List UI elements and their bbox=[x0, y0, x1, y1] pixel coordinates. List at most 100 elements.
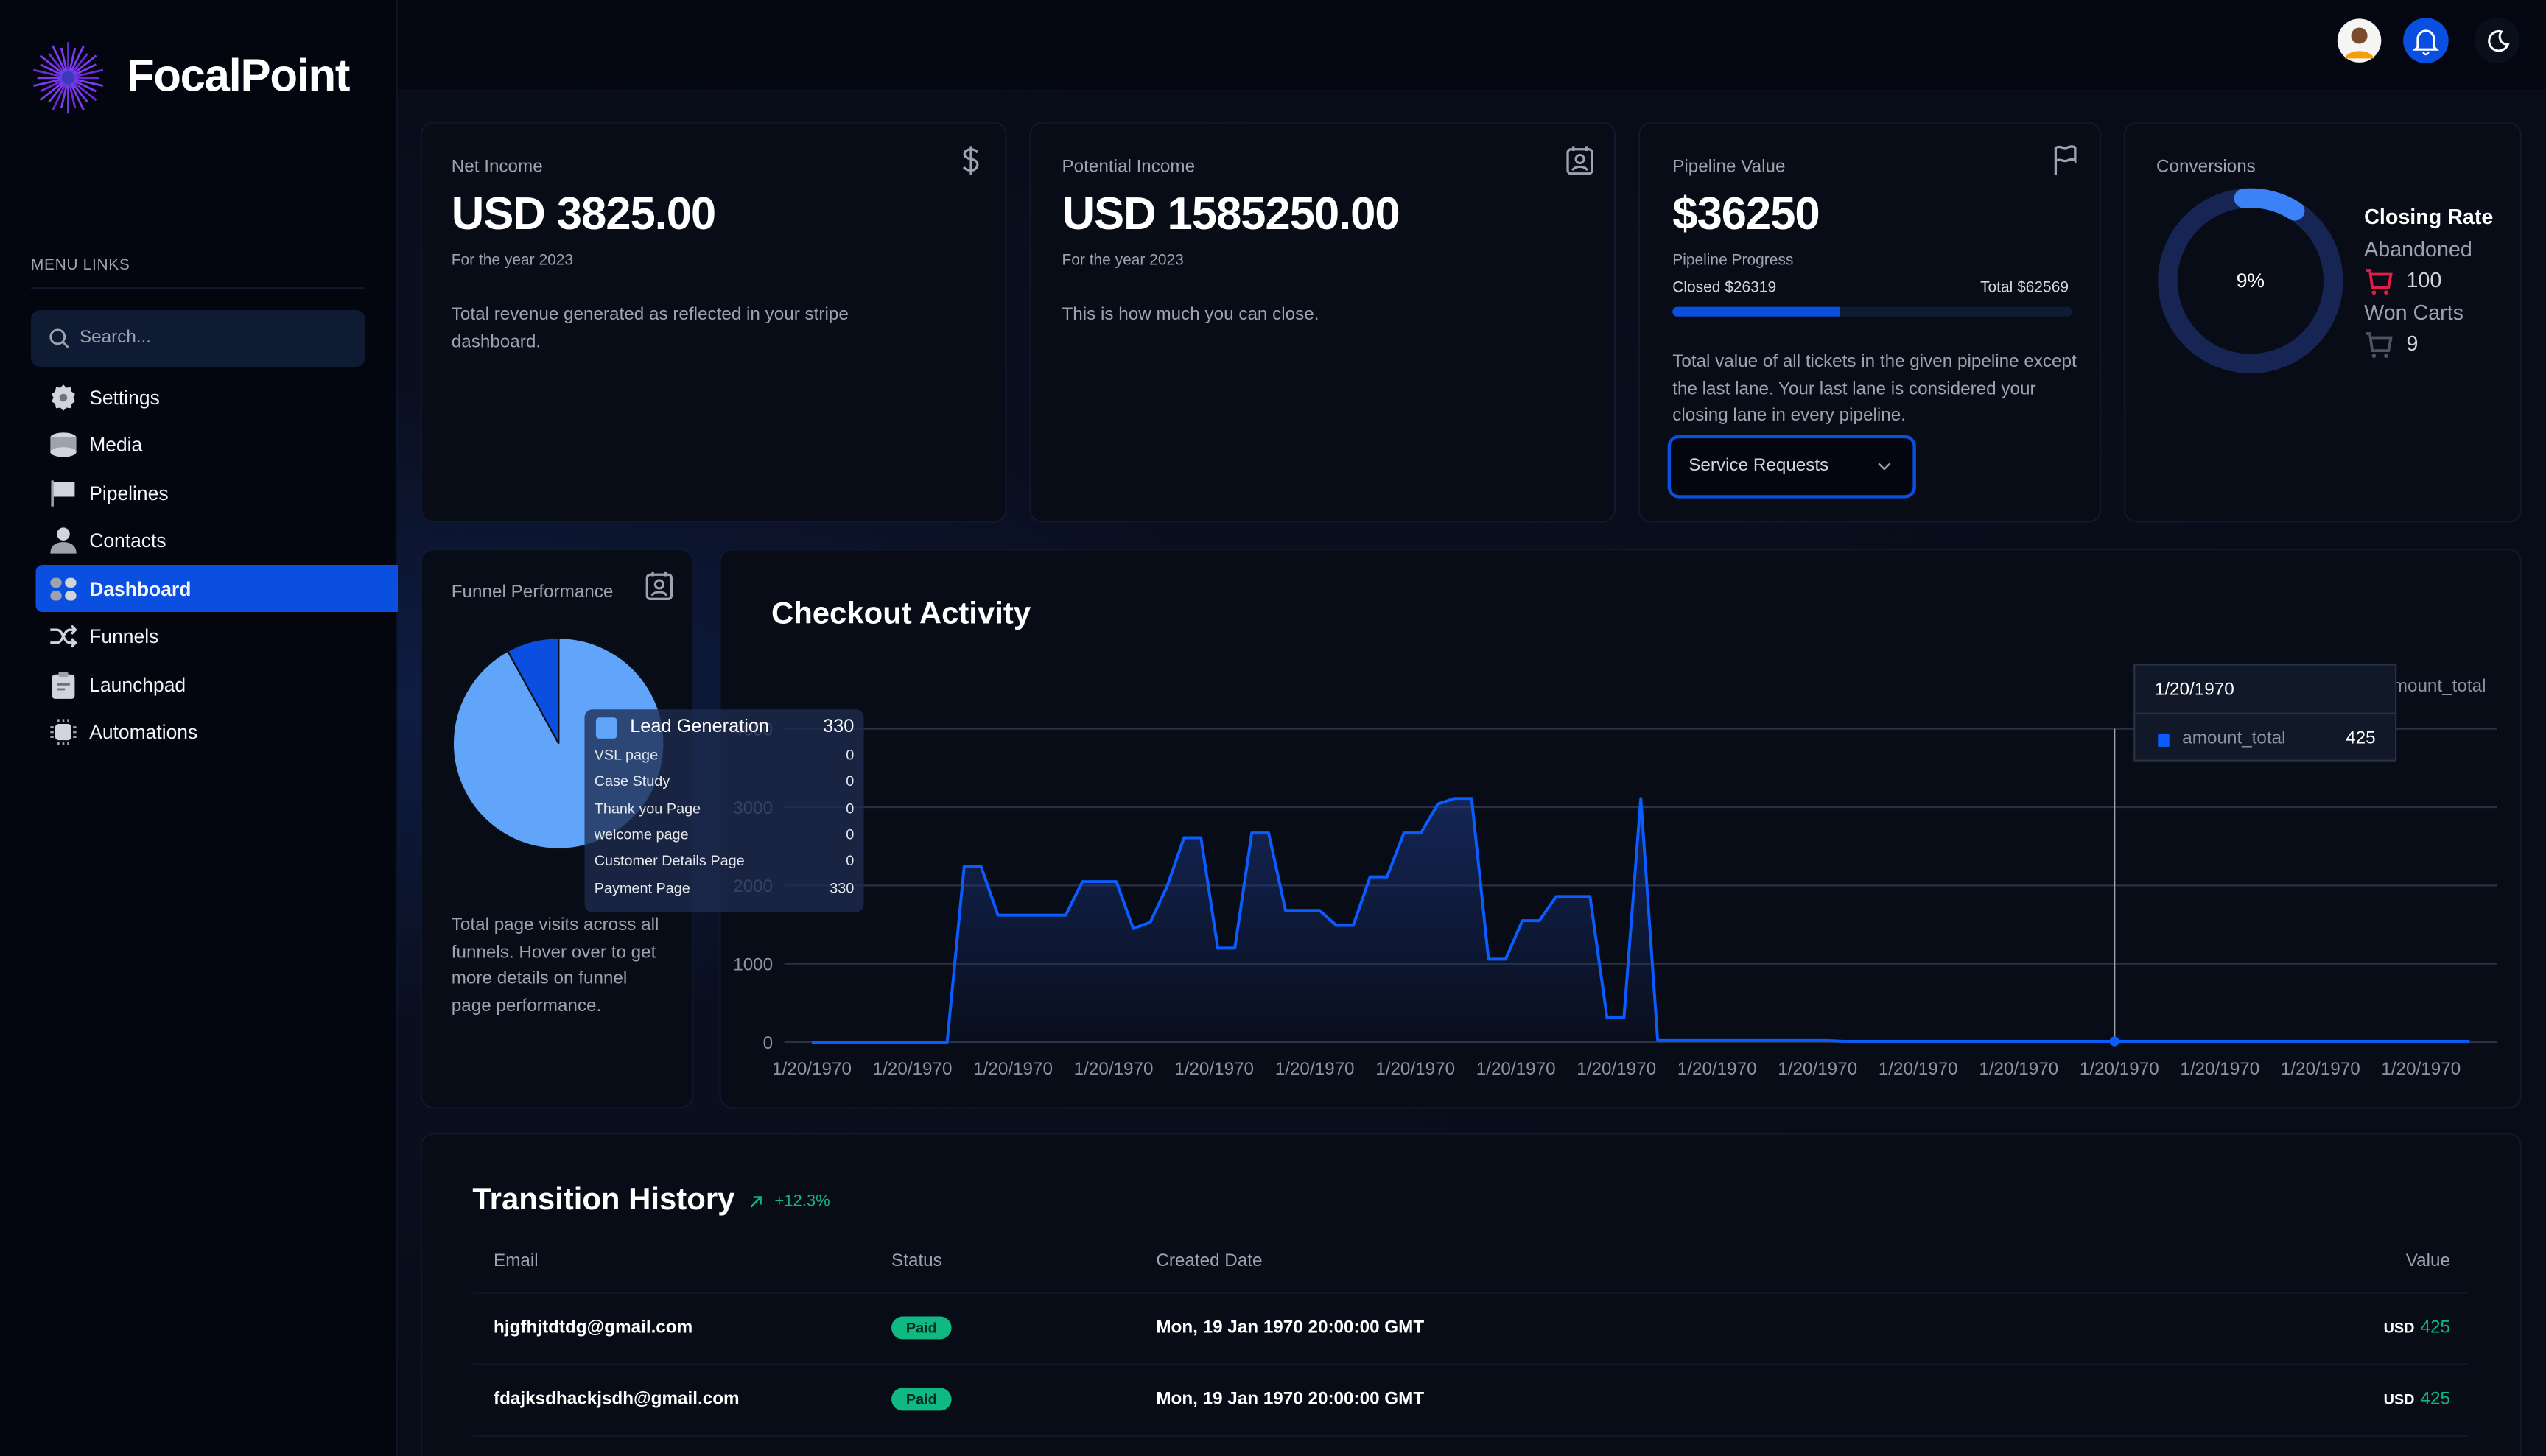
card-label: Potential Income bbox=[1062, 157, 1196, 177]
change-badge: +12.3% bbox=[774, 1193, 830, 1211]
nav-label: Media bbox=[89, 432, 143, 456]
pipeline-select[interactable]: Service Requests bbox=[1667, 435, 1916, 499]
divider bbox=[472, 1363, 2469, 1365]
donut-percent: 9% bbox=[2237, 270, 2265, 292]
flag-icon bbox=[51, 479, 75, 506]
brand-name: FocalPoint bbox=[126, 50, 351, 101]
column-header-status[interactable]: Status bbox=[891, 1251, 942, 1270]
sidebar-item-automations[interactable]: Automations bbox=[35, 708, 398, 755]
card-label: Net Income bbox=[451, 157, 543, 177]
funnel-page-label: Customer Details Page bbox=[594, 852, 745, 869]
sidebar-item-funnels[interactable]: Funnels bbox=[35, 612, 398, 659]
x-tick-label: 1/20/1970 bbox=[2281, 1059, 2360, 1079]
row-value: 425 bbox=[2420, 1389, 2450, 1410]
nav-label: Launchpad bbox=[89, 672, 186, 696]
nav-label: Automations bbox=[89, 720, 198, 743]
conversions-card: Conversions 9% Closing Rate Abandoned 10… bbox=[2123, 122, 2522, 523]
potential-income-card: Potential Income USD 1585250.00 For the … bbox=[1029, 122, 1616, 523]
sidebar-item-pipelines[interactable]: Pipelines bbox=[35, 469, 398, 516]
sidebar-item-dashboard[interactable]: Dashboard bbox=[35, 565, 399, 612]
x-tick-label: 1/20/1970 bbox=[1979, 1059, 2058, 1079]
search-placeholder: Search... bbox=[80, 328, 152, 348]
funnel-page-value: 0 bbox=[846, 773, 855, 789]
card-label: Conversions bbox=[2156, 157, 2256, 177]
sidebar: FocalPoint MENU LINKS Search... Settings… bbox=[0, 0, 399, 1456]
x-tick-label: 1/20/1970 bbox=[2180, 1059, 2259, 1079]
won-carts-value: 9 bbox=[2406, 331, 2419, 356]
moon-icon[interactable] bbox=[2475, 18, 2520, 63]
chevron-down-icon bbox=[1878, 463, 1891, 471]
database-icon bbox=[50, 432, 77, 457]
dollar-icon bbox=[962, 146, 979, 176]
menu-section-label: MENU LINKS bbox=[30, 256, 130, 275]
divider bbox=[2135, 712, 2396, 714]
search-icon bbox=[49, 328, 69, 348]
app: FocalPoint MENU LINKS Search... Settings… bbox=[0, 0, 2546, 1456]
sidebar-item-launchpad[interactable]: Launchpad bbox=[35, 661, 398, 708]
closed-amount: Closed $26319 bbox=[1672, 279, 1777, 298]
x-tick-label: 1/20/1970 bbox=[1879, 1059, 1958, 1079]
x-tick-label: 1/20/1970 bbox=[1375, 1059, 1455, 1079]
total-amount: Total $62569 bbox=[1980, 279, 2069, 298]
x-tick-label: 1/20/1970 bbox=[1275, 1059, 1355, 1079]
funnel-tooltip: Lead Generation 330 VSL page 0 Case Study 0… bbox=[584, 709, 864, 912]
divider bbox=[472, 1292, 2469, 1294]
avatar[interactable] bbox=[2337, 18, 2382, 63]
x-tick-label: 1/20/1970 bbox=[772, 1059, 852, 1079]
funnel-page-label: welcome page bbox=[594, 826, 689, 843]
chip-icon bbox=[50, 718, 77, 745]
progress-label: Pipeline Progress bbox=[1672, 251, 1794, 270]
column-header-value[interactable]: Value bbox=[2406, 1251, 2450, 1270]
abandoned-value: 100 bbox=[2406, 267, 2442, 292]
net-income-card: Net Income USD 3825.00 For the year 2023… bbox=[420, 122, 1007, 523]
shuffle-icon bbox=[50, 624, 77, 647]
contact-card-icon bbox=[645, 571, 673, 600]
funnel-page-label: VSL page bbox=[594, 746, 659, 763]
series-swatch bbox=[2158, 734, 2170, 747]
contact-card-icon bbox=[1566, 146, 1593, 175]
checkout-activity-card: Checkout Activity amount_total 010002000… bbox=[719, 548, 2522, 1109]
status-badge: Paid bbox=[891, 1316, 952, 1340]
funnel-page-label: Payment Page bbox=[594, 879, 690, 896]
y-tick-label: 0 bbox=[763, 1033, 773, 1053]
divider bbox=[472, 1435, 2469, 1437]
card-description: This is how much you can close. bbox=[1062, 305, 1319, 325]
pipeline-value: $36250 bbox=[1672, 188, 1820, 239]
row-currency: USD bbox=[2383, 1319, 2415, 1336]
status-badge: Paid bbox=[891, 1388, 952, 1411]
potential-income-value: USD 1585250.00 bbox=[1062, 188, 1400, 239]
tooltip-value: 425 bbox=[2346, 728, 2376, 749]
nav-label: Funnels bbox=[89, 624, 159, 647]
row-currency: USD bbox=[2383, 1390, 2415, 1407]
pipeline-progress-bar bbox=[1672, 306, 2072, 317]
checkout-area-chart[interactable]: 010002000300040001/20/19701/20/19701/20/… bbox=[721, 550, 2522, 1108]
nav-label: Settings bbox=[89, 385, 160, 409]
x-tick-label: 1/20/1970 bbox=[1476, 1059, 1556, 1079]
abandoned-label: Abandoned bbox=[2364, 236, 2472, 261]
table-title: Transition History bbox=[472, 1183, 735, 1218]
card-description: Total page visits across all funnels. Ho… bbox=[451, 915, 659, 1016]
y-tick-label: 1000 bbox=[733, 955, 773, 975]
row-created-date: Mon, 19 Jan 1970 20:00:00 GMT bbox=[1156, 1389, 1425, 1410]
column-header-email[interactable]: Email bbox=[494, 1251, 539, 1270]
card-description: Total revenue generated as reflected in … bbox=[451, 305, 849, 352]
funnel-page-value: 0 bbox=[846, 826, 855, 843]
x-tick-label: 1/20/1970 bbox=[1778, 1059, 1857, 1079]
tooltip-series: amount_total bbox=[2182, 728, 2286, 749]
card-subtitle: For the year 2023 bbox=[451, 251, 574, 270]
sidebar-item-settings[interactable]: Settings bbox=[35, 373, 398, 421]
donut-arc bbox=[2234, 188, 2305, 221]
series-swatch bbox=[595, 717, 617, 739]
sidebar-item-contacts[interactable]: Contacts bbox=[35, 516, 398, 563]
x-tick-label: 1/20/1970 bbox=[1577, 1059, 1656, 1079]
trend-up-icon bbox=[750, 1196, 762, 1208]
sidebar-item-media[interactable]: Media bbox=[35, 421, 398, 468]
closing-rate-donut: 9% bbox=[2158, 188, 2343, 373]
search-input[interactable]: Search... bbox=[30, 309, 365, 367]
card-label: Funnel Performance bbox=[451, 583, 614, 602]
x-tick-label: 1/20/1970 bbox=[2080, 1059, 2159, 1079]
column-header-created-date[interactable]: Created Date bbox=[1156, 1251, 1262, 1270]
x-tick-label: 1/20/1970 bbox=[1677, 1059, 1757, 1079]
bell-icon[interactable] bbox=[2403, 18, 2449, 63]
tooltip-date: 1/20/1970 bbox=[2154, 680, 2234, 700]
